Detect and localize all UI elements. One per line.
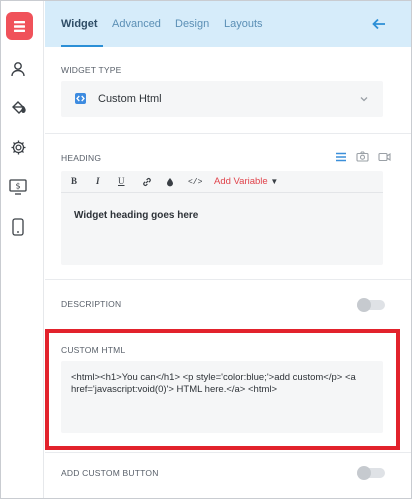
tab-design[interactable]: Design (175, 17, 209, 31)
bold-button[interactable]: B (71, 176, 77, 187)
toggle-knob (357, 466, 371, 480)
widget-editor-window: $ Widget Advanced Design Layouts WIDGET … (0, 0, 412, 499)
color-drop-icon[interactable] (166, 177, 174, 187)
underline-button[interactable]: U (118, 176, 125, 187)
widget-type-label: WIDGET TYPE (61, 65, 122, 75)
add-custom-button-label: ADD CUSTOM BUTTON (61, 468, 159, 478)
custom-button-toggle[interactable] (357, 466, 385, 480)
heading-media-tools (335, 151, 391, 162)
left-rail: $ (1, 1, 44, 498)
widget-type-select[interactable]: Custom Html (61, 81, 383, 117)
italic-button[interactable]: I (96, 176, 100, 187)
tab-bar: Widget Advanced Design Layouts (45, 1, 411, 47)
tab-advanced[interactable]: Advanced (112, 17, 161, 31)
widget-type-value: Custom Html (98, 93, 162, 105)
add-variable-dropdown[interactable]: Add Variable ▼ (214, 176, 278, 187)
custom-html-textarea[interactable]: <html><h1>You can</h1> <p style='color:b… (61, 361, 383, 433)
tab-widget[interactable]: Widget (61, 17, 98, 31)
caret-down-icon: ▼ (270, 177, 279, 186)
svg-text:$: $ (15, 182, 20, 191)
divider (45, 133, 411, 134)
arrow-left-icon[interactable] (371, 16, 387, 32)
divider (45, 452, 411, 453)
editor-toolbar: B I U </> Add Variable ▼ (61, 171, 383, 193)
toggle-knob (357, 298, 371, 312)
mobile-icon[interactable] (5, 214, 31, 240)
description-label: DESCRIPTION (61, 299, 122, 309)
add-variable-label: Add Variable (214, 176, 268, 187)
dollar-screen-icon[interactable]: $ (5, 174, 31, 200)
code-icon (75, 93, 86, 104)
user-icon[interactable] (5, 56, 31, 82)
widget-icon[interactable] (6, 12, 33, 40)
camera-icon[interactable] (356, 151, 369, 162)
description-toggle[interactable] (357, 298, 385, 312)
paint-bucket-icon[interactable] (5, 94, 31, 120)
tab-layouts[interactable]: Layouts (224, 17, 263, 31)
chevron-down-icon (360, 97, 368, 102)
source-code-button[interactable]: </> (188, 177, 202, 188)
divider (45, 279, 411, 280)
gear-icon[interactable] (5, 134, 31, 160)
widget-settings-panel: WIDGET TYPE Custom Html HEADING B I U </… (45, 47, 411, 498)
custom-html-label: CUSTOM HTML (61, 345, 126, 355)
heading-label: HEADING (61, 153, 102, 163)
align-icon[interactable] (335, 152, 347, 162)
custom-html-value: <html><h1>You can</h1> <p style='color:b… (71, 372, 356, 395)
link-icon[interactable] (142, 177, 152, 187)
video-icon[interactable] (378, 152, 391, 162)
heading-text[interactable]: Widget heading goes here (74, 210, 198, 222)
heading-editor[interactable]: B I U </> Add Variable ▼ Widget heading … (61, 171, 383, 265)
